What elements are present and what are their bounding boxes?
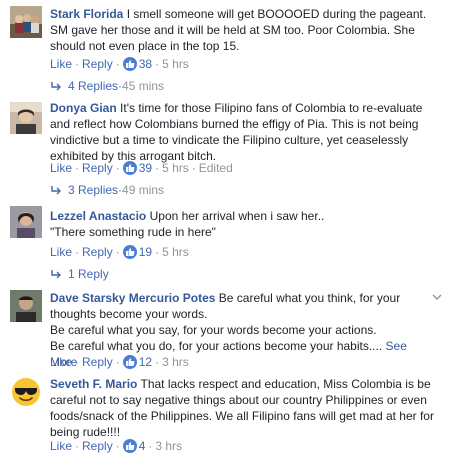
comment: Dave Starsky Mercurio Potes Be careful w… (0, 286, 450, 372)
reaction-count[interactable]: 38 (139, 57, 152, 71)
reply-arrow-icon (51, 186, 61, 195)
comment-author[interactable]: Lezzel Anastacio (50, 209, 146, 223)
reply-button[interactable]: Reply (82, 245, 113, 259)
like-reaction-icon[interactable] (122, 439, 137, 453)
like-reaction-icon[interactable] (122, 355, 137, 369)
comment-text-line: Be careful what you say, for your words … (50, 323, 377, 337)
reply-arrow-icon (51, 82, 61, 91)
like-reaction-icon[interactable] (122, 161, 137, 175)
separator: · (115, 439, 120, 453)
reply-button[interactable]: Reply (82, 355, 113, 369)
separator: · (75, 245, 80, 259)
replies-count[interactable]: 3 Replies (68, 183, 118, 197)
replies-time: 49 mins (122, 183, 165, 197)
reply-arrow-icon (51, 270, 61, 279)
comment-time[interactable]: 5 hrs (162, 245, 189, 259)
separator: · (75, 161, 80, 175)
sunglasses-emoji-avatar-icon[interactable] (10, 376, 42, 408)
view-replies-link[interactable]: 3 Replies·49 mins (50, 182, 164, 198)
view-replies-link[interactable]: 4 Replies·45 mins (50, 78, 164, 94)
person-photo-avatar-icon[interactable] (10, 206, 42, 238)
group-photo-avatar-icon[interactable] (10, 6, 42, 38)
separator: · (155, 245, 160, 259)
comment-time[interactable]: 3 hrs (155, 439, 182, 453)
comment-body: Lezzel Anastacio Upon her arrival when i… (50, 208, 444, 240)
like-button[interactable]: Like (50, 245, 72, 259)
reply-button[interactable]: Reply (82, 439, 113, 453)
comment-actions: Like · Reply · 19 · 5 hrs (50, 244, 189, 260)
replies-count[interactable]: 4 Replies (68, 79, 118, 93)
separator: · (115, 245, 120, 259)
reaction-count[interactable]: 19 (139, 245, 152, 259)
separator: · (191, 161, 196, 175)
comment-body: Stark Florida I smell someone will get B… (50, 6, 444, 54)
replies-count[interactable]: 1 Reply (68, 267, 109, 281)
comment-actions: Like · Reply · 39 · 5 hrs · Edited (50, 160, 233, 176)
comment-time[interactable]: 5 hrs (162, 57, 189, 71)
comment-actions: Like · Reply · 12 · 3 hrs (50, 354, 189, 370)
person-photo-avatar-icon[interactable] (10, 102, 42, 134)
comment: Lezzel Anastacio Upon her arrival when i… (0, 202, 450, 282)
like-button[interactable]: Like (50, 161, 72, 175)
like-reaction-icon[interactable] (122, 57, 137, 71)
person-photo-avatar-icon[interactable] (10, 290, 42, 322)
separator: · (155, 161, 160, 175)
comment-author[interactable]: Seveth F. Mario (50, 377, 137, 391)
reaction-count[interactable]: 39 (139, 161, 152, 175)
comment-text: Upon her arrival when i saw her.. (149, 209, 325, 223)
edited-label[interactable]: Edited (199, 161, 233, 175)
separator: · (115, 57, 120, 71)
comment: Donya Gian It's time for those Filipino … (0, 96, 450, 200)
like-reaction-icon[interactable] (122, 245, 137, 259)
separator: · (115, 355, 120, 369)
separator: · (75, 57, 80, 71)
comment-author[interactable]: Stark Florida (50, 7, 123, 21)
separator: · (115, 161, 120, 175)
separator: · (155, 57, 160, 71)
comment-time[interactable]: 5 hrs (162, 161, 189, 175)
comment-text-line: Be careful what you do, for your actions… (50, 339, 383, 353)
comment-time[interactable]: 3 hrs (162, 355, 189, 369)
separator: · (148, 439, 153, 453)
reply-button[interactable]: Reply (82, 57, 113, 71)
comment-text-line: "There something rude in here" (50, 225, 216, 239)
separator: · (75, 355, 80, 369)
like-button[interactable]: Like (50, 355, 72, 369)
comment-body: Seveth F. Mario That lacks respect and e… (50, 376, 444, 440)
view-replies-link[interactable]: 1 Reply (50, 266, 109, 282)
comment-actions: Like · Reply · 38 · 5 hrs (50, 56, 189, 72)
comment: Seveth F. Mario That lacks respect and e… (0, 370, 450, 453)
reaction-count[interactable]: 12 (139, 355, 152, 369)
like-button[interactable]: Like (50, 439, 72, 453)
reply-button[interactable]: Reply (82, 161, 113, 175)
comment-author[interactable]: Dave Starsky Mercurio Potes (50, 291, 215, 305)
chevron-down-icon[interactable] (432, 292, 442, 302)
separator: · (155, 355, 160, 369)
comment: Stark Florida I smell someone will get B… (0, 0, 450, 100)
comment-body: Donya Gian It's time for those Filipino … (50, 100, 444, 164)
separator: · (75, 439, 80, 453)
like-button[interactable]: Like (50, 57, 72, 71)
replies-time: 45 mins (122, 79, 165, 93)
comment-author[interactable]: Donya Gian (50, 101, 117, 115)
